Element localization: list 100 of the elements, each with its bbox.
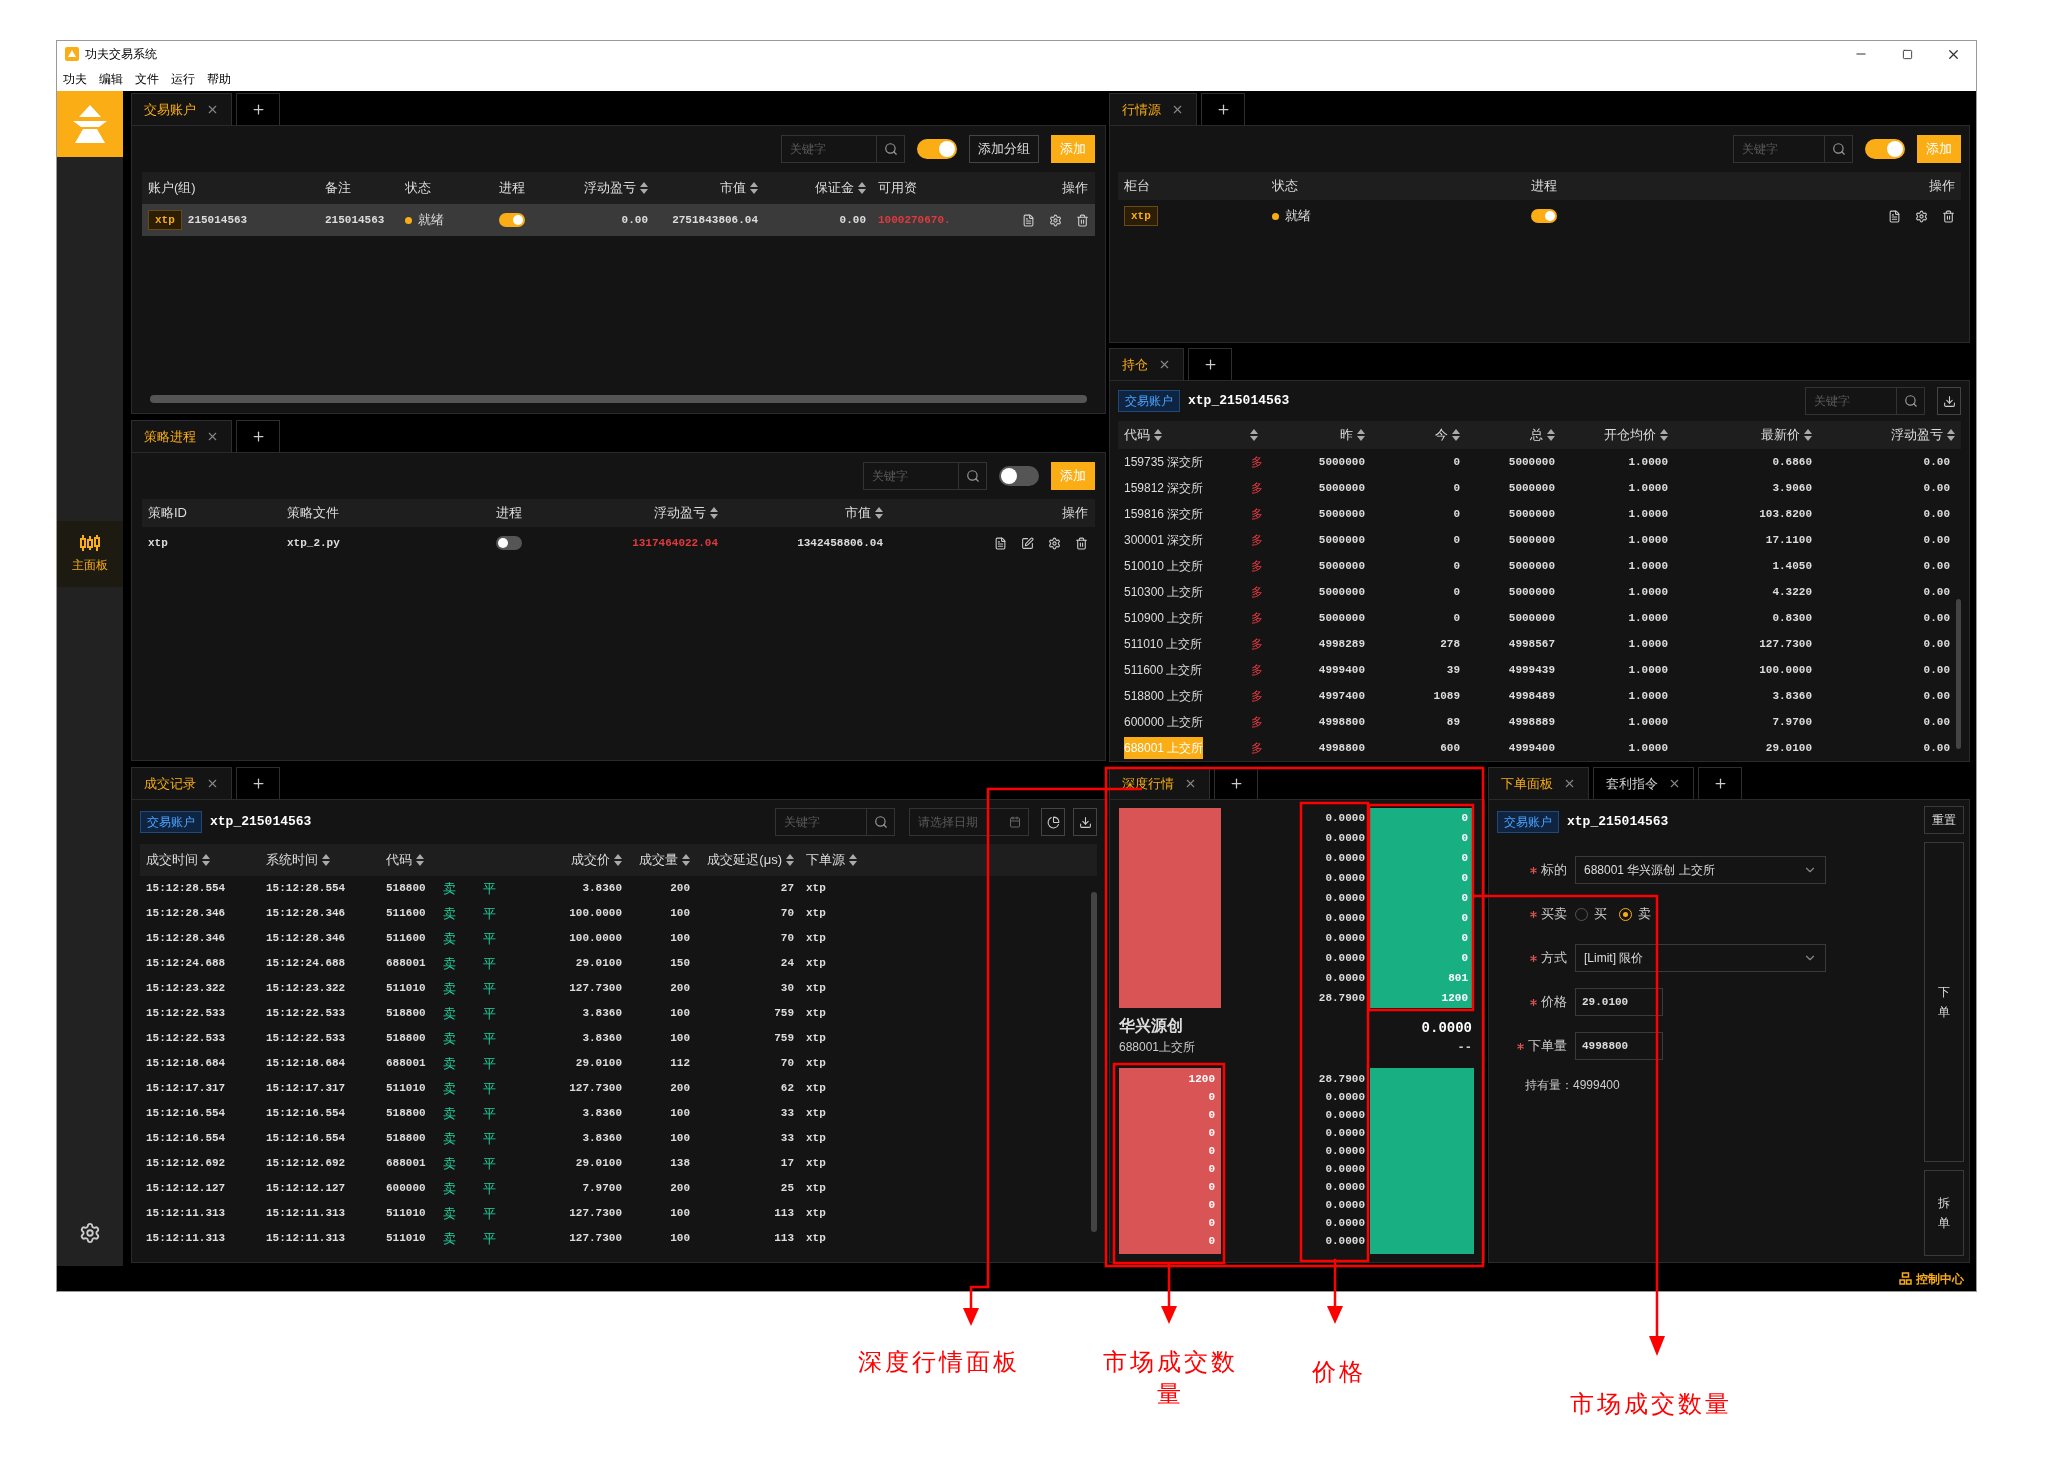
table-cell[interactable]: 600000 上交所	[1124, 711, 1204, 733]
column-header[interactable]: 浮动盈亏	[584, 178, 648, 198]
search-field[interactable]: 关键字	[863, 462, 959, 490]
search-button[interactable]	[867, 808, 895, 836]
sort-icon[interactable]	[202, 854, 210, 866]
toggle-switch[interactable]	[999, 466, 1039, 486]
sort-icon[interactable]	[1452, 429, 1460, 441]
panel-tab[interactable]: 持仓	[1109, 348, 1184, 380]
sort-icon[interactable]	[849, 854, 857, 866]
sort-icon[interactable]	[1804, 429, 1812, 441]
toggle-switch[interactable]	[1865, 139, 1905, 159]
sort-icon[interactable]	[682, 854, 690, 866]
column-header[interactable]: 总	[1530, 425, 1555, 445]
scrollbar[interactable]	[1956, 599, 1961, 749]
search-field[interactable]: 关键字	[1733, 135, 1825, 163]
search-field[interactable]: 关键字	[775, 808, 867, 836]
close-icon[interactable]	[206, 430, 219, 443]
close-icon[interactable]	[1184, 777, 1197, 790]
download-button[interactable]	[1073, 808, 1097, 836]
sort-icon[interactable]	[1154, 429, 1162, 441]
table-cell[interactable]: 510010 上交所	[1124, 555, 1204, 577]
column-header[interactable]: 操作	[1062, 503, 1088, 523]
search-button[interactable]	[959, 462, 987, 490]
settings-icon[interactable]	[1915, 209, 1928, 223]
sort-icon[interactable]	[640, 182, 648, 194]
sort-icon[interactable]	[416, 854, 424, 866]
search-button[interactable]	[1825, 135, 1853, 163]
column-header[interactable]: 最新价	[1761, 425, 1812, 445]
download-button[interactable]	[1937, 387, 1961, 415]
table-row[interactable]: xtp 215014563 215014563 就绪 0.00 2751843806.04 0.00 1000270670.	[142, 204, 1095, 236]
panel-tab[interactable]: 下单面板	[1488, 767, 1589, 799]
table-cell[interactable]: 159816 深交所	[1124, 503, 1204, 525]
close-icon[interactable]	[1668, 777, 1681, 790]
panel-tab[interactable]: 套利指令	[1593, 767, 1694, 799]
sort-icon[interactable]	[858, 182, 866, 194]
column-header[interactable]: 成交时间	[146, 850, 210, 870]
reset-button[interactable]: 重置	[1924, 806, 1964, 834]
column-header[interactable]: 开仓均价	[1604, 425, 1668, 445]
scrollbar[interactable]	[150, 395, 1087, 403]
trash-icon[interactable]	[1075, 536, 1088, 550]
column-header[interactable]: 操作	[1929, 176, 1955, 196]
close-icon[interactable]	[1563, 777, 1576, 790]
scrollbar[interactable]	[1091, 892, 1097, 1232]
toggle-switch[interactable]	[917, 139, 957, 159]
sort-icon[interactable]	[614, 854, 622, 866]
column-header[interactable]: 柜台	[1124, 176, 1150, 196]
column-header[interactable]: 代码	[386, 850, 424, 870]
menu-item[interactable]: 功夫	[63, 70, 87, 88]
document-icon[interactable]	[1888, 209, 1901, 223]
sort-icon[interactable]	[875, 507, 883, 519]
menu-item[interactable]: 文件	[135, 70, 159, 88]
document-icon[interactable]	[994, 536, 1007, 550]
table-cell[interactable]: 159735 深交所	[1124, 451, 1204, 473]
sort-icon[interactable]	[1547, 429, 1555, 441]
menu-item[interactable]: 运行	[171, 70, 195, 88]
search-field[interactable]: 关键字	[1805, 387, 1897, 415]
edit-icon[interactable]	[1021, 536, 1034, 550]
table-cell[interactable]: 300001 深交所	[1124, 529, 1204, 551]
search-button[interactable]	[1897, 387, 1925, 415]
add-tab-button[interactable]	[1214, 767, 1258, 799]
chart-button[interactable]	[1041, 808, 1065, 836]
column-header[interactable]: 备注	[325, 178, 351, 198]
dropdown[interactable]: 688001 华兴源创 上交所	[1575, 856, 1826, 884]
column-header[interactable]: 进程	[1530, 176, 1557, 196]
column-header[interactable]: 昨	[1340, 425, 1365, 445]
menu-item[interactable]: 帮助	[207, 70, 231, 88]
column-header[interactable]: 策略文件	[287, 503, 339, 523]
date-field[interactable]: 请选择日期	[909, 808, 1029, 836]
column-header[interactable]: 状态	[405, 178, 431, 198]
document-icon[interactable]	[1022, 213, 1035, 227]
sort-icon[interactable]	[1947, 429, 1955, 441]
sort-icon[interactable]	[1660, 429, 1668, 441]
table-cell[interactable]: 159812 深交所	[1124, 477, 1204, 499]
column-header[interactable]: 保证金	[815, 178, 866, 198]
toggle-switch[interactable]	[498, 213, 525, 227]
column-header[interactable]: 成交延迟(μs)	[707, 850, 794, 870]
panel-tab[interactable]: 行情源	[1109, 93, 1197, 125]
column-header[interactable]: 今	[1435, 425, 1460, 445]
search-field[interactable]: 关键字	[781, 135, 877, 163]
panel-tab[interactable]: 策略进程	[131, 420, 232, 452]
sort-icon[interactable]	[750, 182, 758, 194]
sort-icon[interactable]	[322, 854, 330, 866]
column-header[interactable]: 系统时间	[266, 850, 330, 870]
column-header[interactable]: 市值	[720, 178, 758, 198]
status-bar-label[interactable]: 控制中心	[1916, 1269, 1964, 1288]
input-field[interactable]: 4998800	[1575, 1032, 1663, 1060]
close-icon[interactable]	[1171, 103, 1184, 116]
sort-icon[interactable]	[1357, 429, 1365, 441]
add-button[interactable]: 添加分组	[969, 135, 1039, 163]
trash-icon[interactable]	[1942, 209, 1955, 223]
table-cell[interactable]: 511600 上交所	[1124, 659, 1203, 681]
table-cell[interactable]: 518800 上交所	[1124, 685, 1204, 707]
toggle-switch[interactable]	[1530, 209, 1557, 223]
settings-icon[interactable]	[1049, 213, 1062, 227]
sort-icon[interactable]	[786, 854, 794, 866]
column-header[interactable]: 浮动盈亏	[654, 503, 718, 523]
table-cell[interactable]: 510900 上交所	[1124, 607, 1204, 629]
column-header[interactable]: 进程	[496, 503, 522, 523]
column-header[interactable]: 操作	[1062, 178, 1088, 198]
column-header[interactable]: 代码	[1124, 425, 1162, 445]
